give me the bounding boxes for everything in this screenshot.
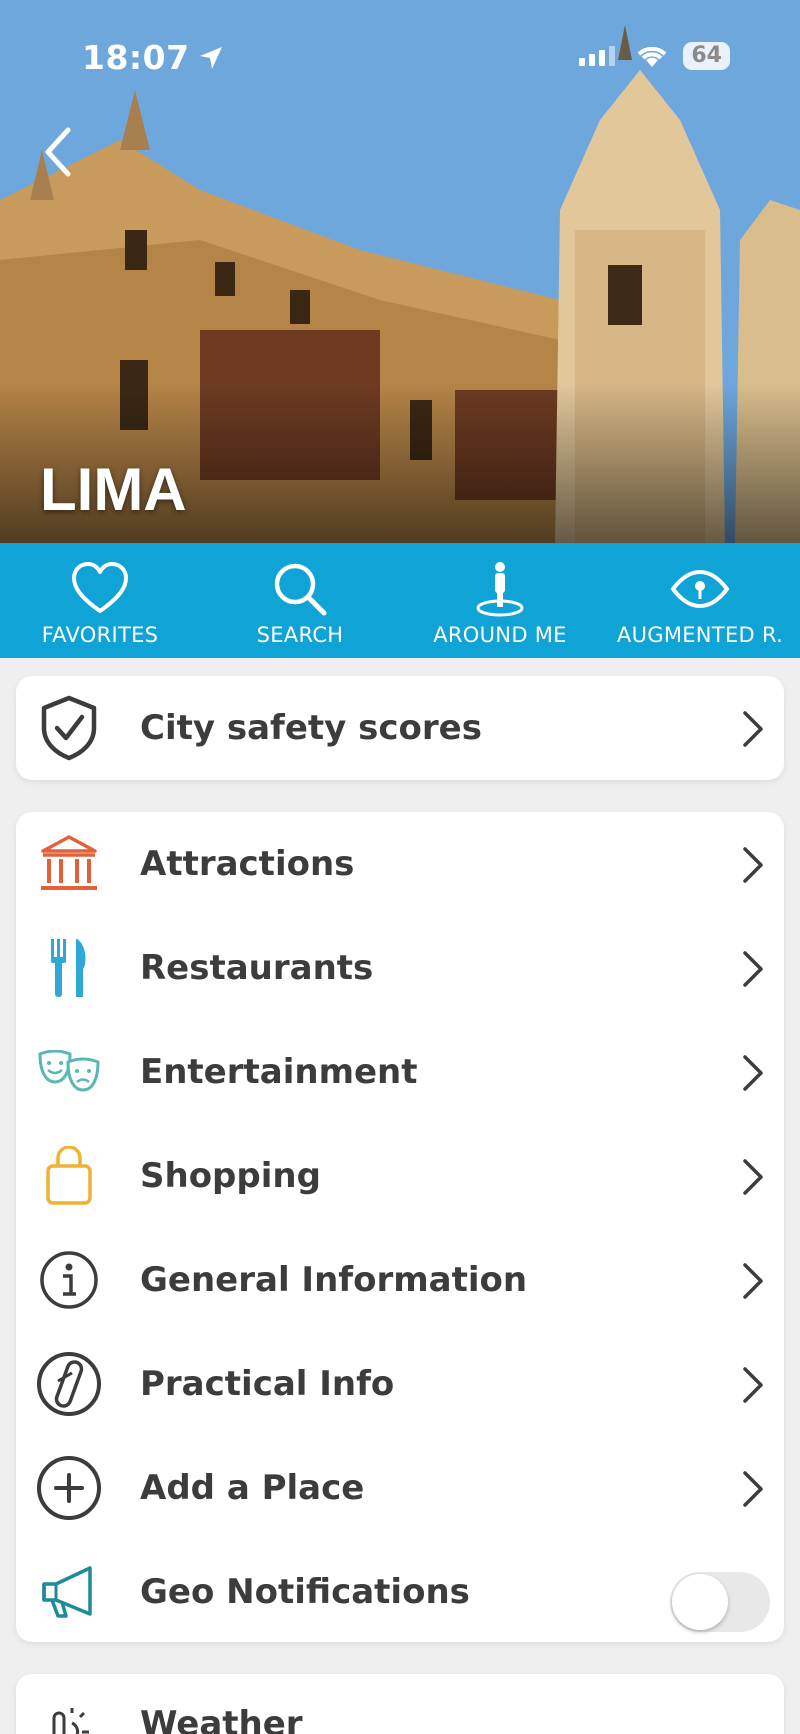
- status-bar-time: 18:07: [82, 38, 224, 77]
- chevron-right-icon: [743, 1263, 763, 1299]
- clock-text: 18:07: [82, 38, 190, 77]
- chevron-right-icon: [743, 711, 763, 747]
- info-icon: [36, 1247, 102, 1313]
- museum-icon: [36, 831, 102, 897]
- megaphone-icon: [36, 1559, 102, 1625]
- chevron-right-icon: [743, 847, 763, 883]
- weather-card: Weather: [16, 1674, 784, 1734]
- chevron-right-icon: [743, 1159, 763, 1195]
- row-label: Add a Place: [140, 1468, 365, 1508]
- battery-indicator: 64: [683, 42, 730, 70]
- chevron-right-icon: [743, 1055, 763, 1091]
- row-label: Geo Notifications: [140, 1572, 470, 1612]
- eye-icon: [670, 569, 730, 609]
- tab-augmented-reality[interactable]: AUGMENTED R.: [600, 543, 800, 658]
- shopping-bag-icon: [36, 1143, 102, 1209]
- signal-icon: [579, 46, 616, 66]
- hero-image: 18:07 64 LIMA: [0, 0, 800, 543]
- search-icon: [274, 563, 327, 616]
- tab-augmented-label: AUGMENTED R.: [616, 623, 784, 647]
- location-arrow-icon: [199, 46, 222, 69]
- tab-favorites-label: FAVORITES: [41, 623, 159, 647]
- tab-favorites[interactable]: FAVORITES: [0, 543, 200, 658]
- quick-actions-bar: FAVORITES SEARCH AROUND ME AUGMENTED R.: [0, 543, 800, 658]
- swiss-knife-icon: [36, 1351, 102, 1417]
- row-geo-notifications: Geo Notifications: [16, 1540, 784, 1644]
- row-label: City safety scores: [140, 708, 482, 748]
- row-add-a-place[interactable]: Add a Place: [16, 1436, 784, 1540]
- tab-search[interactable]: SEARCH: [200, 543, 400, 658]
- row-label: Attractions: [140, 844, 355, 884]
- status-bar-right: 64: [577, 42, 730, 70]
- main-menu-card: Attractions Restaurants Entertainment Sh…: [16, 812, 784, 1642]
- fork-knife-icon: [36, 935, 102, 1001]
- plus-circle-icon: [36, 1455, 102, 1521]
- row-restaurants[interactable]: Restaurants: [16, 916, 784, 1020]
- row-city-safety-scores[interactable]: City safety scores: [16, 676, 784, 780]
- row-general-information[interactable]: General Information: [16, 1228, 784, 1332]
- toggle-knob: [672, 1574, 728, 1630]
- chevron-right-icon: [743, 951, 763, 987]
- heart-icon: [72, 562, 128, 613]
- row-label: Entertainment: [140, 1052, 418, 1092]
- chevron-right-icon: [743, 1367, 763, 1403]
- row-label: General Information: [140, 1260, 528, 1300]
- wifi-icon: [638, 46, 667, 67]
- around-me-icon: [476, 562, 524, 617]
- tab-search-label: SEARCH: [256, 623, 344, 647]
- row-weather[interactable]: Weather: [16, 1674, 784, 1734]
- chevron-right-icon: [743, 1471, 763, 1507]
- theater-masks-icon: [36, 1039, 102, 1105]
- back-chevron-icon[interactable]: [38, 122, 88, 182]
- row-label: Restaurants: [140, 948, 374, 988]
- row-attractions[interactable]: Attractions: [16, 812, 784, 916]
- thermometer-sun-icon: [36, 1704, 102, 1734]
- tab-around-me-label: AROUND ME: [433, 623, 567, 647]
- row-practical-info[interactable]: Practical Info: [16, 1332, 784, 1436]
- geo-notifications-toggle[interactable]: [670, 1572, 770, 1632]
- tab-around-me[interactable]: AROUND ME: [400, 543, 600, 658]
- row-shopping[interactable]: Shopping: [16, 1124, 784, 1228]
- city-title: LIMA: [40, 456, 187, 523]
- row-entertainment[interactable]: Entertainment: [16, 1020, 784, 1124]
- row-label: Practical Info: [140, 1364, 395, 1404]
- safety-card: City safety scores: [16, 676, 784, 780]
- row-label: Weather: [140, 1704, 303, 1734]
- row-label: Shopping: [140, 1156, 321, 1196]
- shield-check-icon: [36, 695, 102, 761]
